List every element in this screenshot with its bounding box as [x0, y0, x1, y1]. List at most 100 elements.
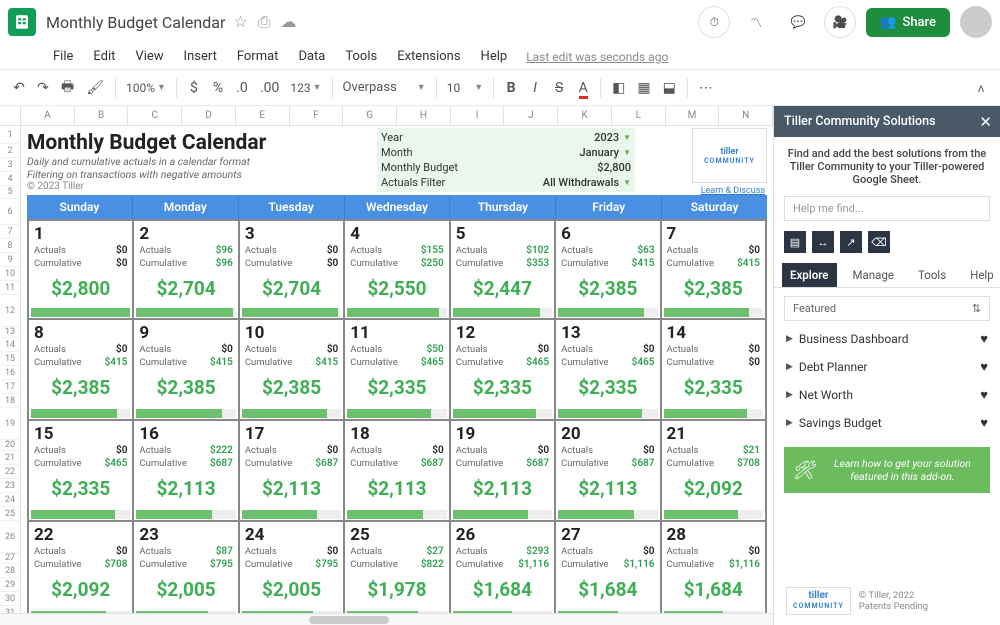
- calendar-day[interactable]: 6Actuals$63Cumulative$415$2,385: [554, 219, 659, 320]
- row-header[interactable]: 10: [0, 267, 21, 281]
- menu-edit[interactable]: Edit: [86, 47, 122, 66]
- side-btn-4[interactable]: ⌫: [868, 231, 890, 253]
- row-header[interactable]: 25: [0, 507, 21, 521]
- currency-icon[interactable]: $: [183, 76, 205, 100]
- print-icon[interactable]: 🖶: [56, 72, 79, 104]
- comments-icon[interactable]: 💬: [782, 6, 814, 38]
- col-header-L[interactable]: L: [612, 106, 666, 125]
- featured-select[interactable]: Featured ⇅: [784, 296, 990, 321]
- row-header[interactable]: 9: [0, 253, 21, 267]
- row-header[interactable]: 26: [0, 521, 21, 553]
- merge-icon[interactable]: ⬓: [658, 76, 681, 100]
- row-header[interactable]: 15: [0, 352, 21, 366]
- row-header[interactable]: 18: [0, 394, 21, 408]
- close-icon[interactable]: ✕: [979, 113, 992, 131]
- col-header-A[interactable]: A: [21, 106, 75, 125]
- row-header[interactable]: 23: [0, 479, 21, 493]
- italic-icon[interactable]: I: [524, 76, 546, 100]
- font-size-select[interactable]: 10▼: [443, 81, 487, 95]
- row-header[interactable]: 16: [0, 366, 21, 380]
- col-header-M[interactable]: M: [666, 106, 720, 125]
- calendar-day[interactable]: 13Actuals$0Cumulative$465$2,335: [554, 320, 659, 421]
- col-header-I[interactable]: I: [451, 106, 505, 125]
- calendar-day[interactable]: 5Actuals$102Cumulative$353$2,447: [449, 219, 554, 320]
- calendar-day[interactable]: 23Actuals$87Cumulative$795$2,005: [132, 522, 237, 623]
- text-color-icon[interactable]: A: [572, 76, 594, 100]
- calendar-day[interactable]: 11Actuals$50Cumulative$465$2,335: [343, 320, 448, 421]
- tab-explore[interactable]: Explore: [782, 263, 837, 287]
- collapse-toolbar-icon[interactable]: ʌ: [970, 81, 992, 95]
- col-header-K[interactable]: K: [558, 106, 612, 125]
- month-select[interactable]: January▼: [579, 145, 631, 160]
- calendar-day[interactable]: 27Actuals$0Cumulative$1,116$1,684: [554, 522, 659, 623]
- col-header-N[interactable]: N: [719, 106, 773, 125]
- menu-format[interactable]: Format: [230, 47, 286, 66]
- row-header[interactable]: 28: [0, 564, 21, 578]
- heart-icon[interactable]: ♥: [980, 331, 988, 347]
- calendar-day[interactable]: 4Actuals$155Cumulative$250$2,550: [343, 219, 448, 320]
- calendar-day[interactable]: 9Actuals$0Cumulative$415$2,385: [132, 320, 237, 421]
- trend-icon[interactable]: 〽: [740, 6, 772, 38]
- row-header[interactable]: 29: [0, 578, 21, 592]
- menu-insert[interactable]: Insert: [177, 47, 224, 66]
- calendar-day[interactable]: 19Actuals$0Cumulative$687$2,113: [449, 421, 554, 522]
- solution-item[interactable]: ▶Business Dashboard♥: [784, 325, 990, 353]
- more-icon[interactable]: ⋯: [694, 76, 718, 100]
- row-header[interactable]: 30: [0, 592, 21, 606]
- menu-extensions[interactable]: Extensions: [390, 47, 467, 66]
- fill-color-icon[interactable]: ◧: [607, 76, 630, 100]
- learn-banner[interactable]: 🛠 Learn how to get your solution feature…: [784, 447, 990, 493]
- col-header-B[interactable]: B: [75, 106, 129, 125]
- row-header[interactable]: 8: [0, 239, 21, 253]
- col-header-D[interactable]: D: [182, 106, 236, 125]
- calendar-day[interactable]: 16Actuals$222Cumulative$687$2,113: [132, 421, 237, 522]
- row-header[interactable]: 19: [0, 408, 21, 440]
- dec-less-icon[interactable]: .0: [231, 76, 253, 100]
- col-header-E[interactable]: E: [236, 106, 290, 125]
- row-header[interactable]: 21: [0, 451, 21, 465]
- row-header[interactable]: 1: [0, 126, 21, 144]
- row-header[interactable]: 13: [0, 327, 21, 338]
- number-format-select[interactable]: 123▼: [286, 81, 325, 95]
- calendar-day[interactable]: 12Actuals$0Cumulative$465$2,335: [449, 320, 554, 421]
- side-btn-1[interactable]: ▤: [784, 231, 806, 253]
- col-header-F[interactable]: F: [290, 106, 344, 125]
- heart-icon[interactable]: ♥: [980, 387, 988, 403]
- side-btn-3[interactable]: ↗: [840, 231, 862, 253]
- row-header[interactable]: 27: [0, 553, 21, 564]
- row-header[interactable]: 6: [0, 199, 21, 225]
- solution-item[interactable]: ▶Net Worth♥: [784, 381, 990, 409]
- meet-icon[interactable]: 🎥: [824, 6, 856, 38]
- strike-icon[interactable]: S: [548, 76, 570, 100]
- calendar-day[interactable]: 8Actuals$0Cumulative$415$2,385: [27, 320, 132, 421]
- row-header[interactable]: 12: [0, 295, 21, 327]
- borders-icon[interactable]: ▦: [632, 76, 655, 100]
- move-icon[interactable]: ⎙: [258, 12, 271, 32]
- calendar-day[interactable]: 7Actuals$0Cumulative$415$2,385: [660, 219, 765, 320]
- star-icon[interactable]: ☆: [233, 12, 247, 32]
- col-header-G[interactable]: G: [343, 106, 397, 125]
- cloud-icon[interactable]: ☁: [281, 12, 297, 32]
- font-select[interactable]: Overpass▼: [339, 80, 430, 95]
- row-header[interactable]: 20: [0, 440, 21, 451]
- redo-icon[interactable]: ↷: [32, 76, 54, 100]
- row-header[interactable]: 11: [0, 281, 21, 295]
- row-header[interactable]: 14: [0, 338, 21, 352]
- row-header[interactable]: 7: [0, 225, 21, 239]
- calendar-day[interactable]: 25Actuals$27Cumulative$822$1,978: [343, 522, 448, 623]
- calendar-day[interactable]: 1Actuals$0Cumulative$0$2,800: [27, 219, 132, 320]
- calendar-day[interactable]: 24Actuals$0Cumulative$795$2,005: [238, 522, 343, 623]
- calendar-day[interactable]: 3Actuals$0Cumulative$0$2,704: [238, 219, 343, 320]
- row-header[interactable]: 3: [0, 158, 21, 172]
- solution-item[interactable]: ▶Debt Planner♥: [784, 353, 990, 381]
- calendar-day[interactable]: 14Actuals$0Cumulative$0$2,335: [660, 320, 765, 421]
- row-header[interactable]: 17: [0, 380, 21, 394]
- history-icon[interactable]: ⏱: [698, 6, 730, 38]
- zoom-select[interactable]: 100%▼: [122, 81, 170, 95]
- menu-file[interactable]: File: [46, 47, 80, 66]
- calendar-day[interactable]: 26Actuals$293Cumulative$1,116$1,684: [449, 522, 554, 623]
- col-header-J[interactable]: J: [504, 106, 558, 125]
- tab-help[interactable]: Help: [962, 263, 1000, 287]
- tab-tools[interactable]: Tools: [910, 263, 954, 287]
- dec-more-icon[interactable]: .00: [255, 76, 284, 100]
